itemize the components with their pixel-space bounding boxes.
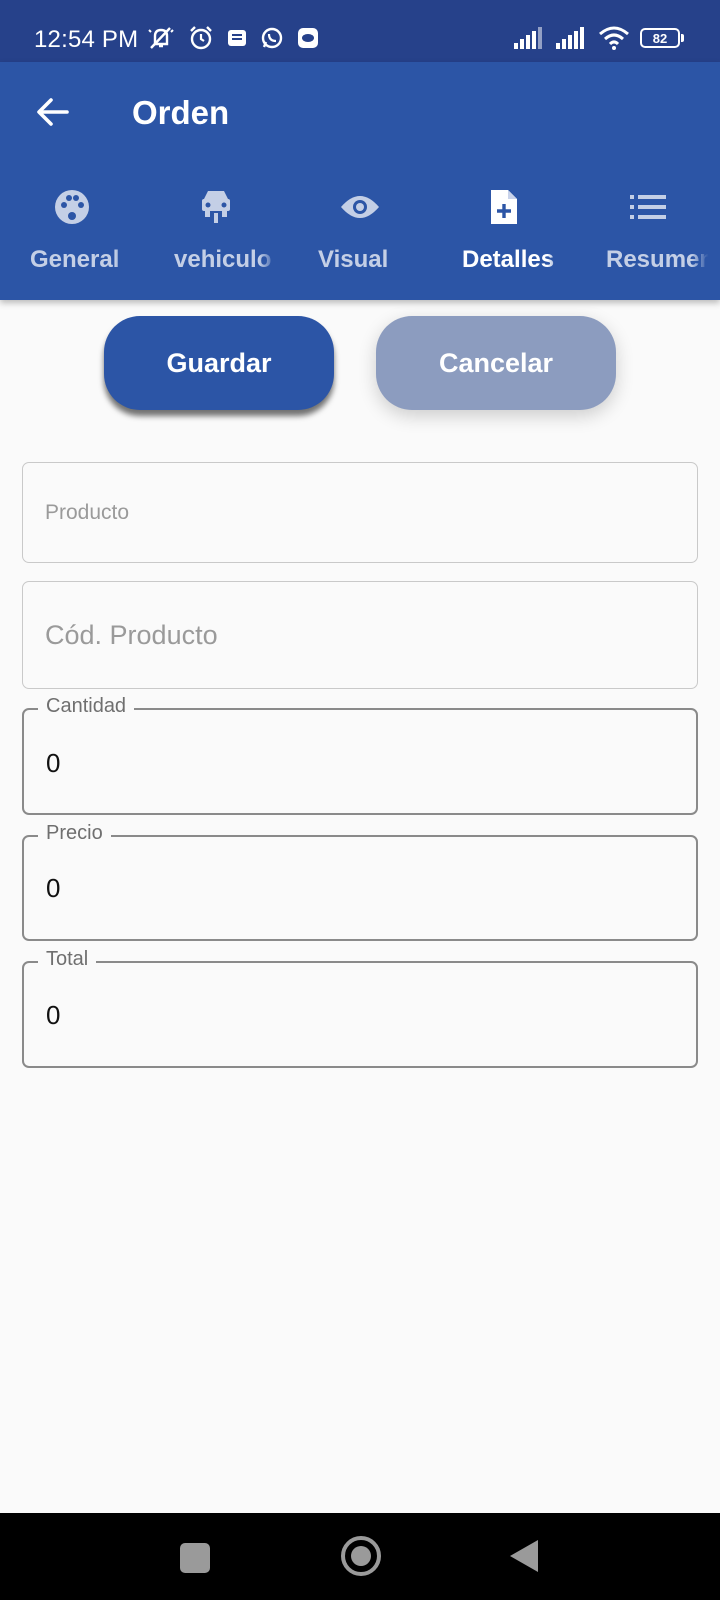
status-time: 12:54 PM: [34, 26, 139, 53]
producto-placeholder: Producto: [45, 501, 130, 524]
precio-field[interactable]: Precio 0: [22, 822, 698, 941]
tab-visual[interactable]: Visual: [288, 172, 432, 300]
precio-value: 0: [46, 873, 61, 903]
back-button[interactable]: [30, 90, 74, 134]
tab-bar: General vehiculo Visual Detalles Resumen: [0, 172, 720, 300]
mute-notification-icon: [148, 27, 174, 49]
system-back-button[interactable]: [510, 1540, 538, 1572]
tab-vehiculo[interactable]: vehiculo: [144, 172, 288, 300]
app-bar: Orden General vehiculo Visual Detalles R…: [0, 62, 720, 300]
cantidad-value: 0: [46, 748, 61, 778]
cantidad-label: Cantidad: [38, 695, 135, 718]
total-value: 0: [46, 1000, 61, 1030]
tab-label: Detalles: [462, 246, 555, 273]
arrow-left-icon: [37, 98, 69, 126]
status-system-icons: 82: [514, 26, 684, 50]
producto-field[interactable]: Producto: [22, 462, 698, 563]
page-title: Orden: [132, 94, 230, 131]
battery-level: 82: [640, 28, 680, 48]
system-nav-bar: [0, 1513, 720, 1600]
chat-icon: [298, 28, 318, 48]
total-field[interactable]: Total 0: [22, 948, 698, 1068]
status-notification-icons: [146, 24, 320, 52]
tab-label: Resumen: [606, 246, 715, 273]
cancel-button[interactable]: Cancelar: [376, 316, 616, 410]
tab-general[interactable]: General: [0, 172, 144, 300]
car-icon: [200, 188, 232, 226]
alarm-icon: [190, 26, 212, 50]
tab-detalles[interactable]: Detalles: [432, 172, 576, 300]
message-icon: [228, 30, 246, 46]
recents-button[interactable]: [180, 1543, 210, 1573]
battery-icon: 82: [640, 28, 684, 48]
cod-producto-field[interactable]: Cód. Producto: [22, 581, 698, 689]
total-label: Total: [38, 948, 97, 971]
eye-icon: [339, 188, 381, 226]
status-bar: 12:54 PM 82: [0, 0, 720, 62]
signal-icon: [514, 27, 542, 49]
save-button[interactable]: Guardar: [104, 316, 334, 410]
tab-label: General: [30, 246, 120, 273]
home-button[interactable]: [341, 1536, 381, 1576]
signal-icon: [556, 27, 584, 49]
palette-icon: [53, 188, 91, 226]
home-icon: [351, 1546, 371, 1566]
cantidad-field[interactable]: Cantidad 0: [22, 695, 698, 815]
precio-label: Precio: [38, 822, 111, 845]
tab-resumen[interactable]: Resumen: [576, 172, 720, 300]
tab-label: vehiculo: [174, 246, 272, 273]
cod-producto-placeholder: Cód. Producto: [45, 620, 218, 650]
list-icon: [630, 188, 666, 226]
whatsapp-icon: [261, 27, 283, 49]
wifi-icon: [599, 26, 629, 50]
note-add-icon: [489, 188, 519, 226]
tab-label: Visual: [318, 246, 389, 273]
